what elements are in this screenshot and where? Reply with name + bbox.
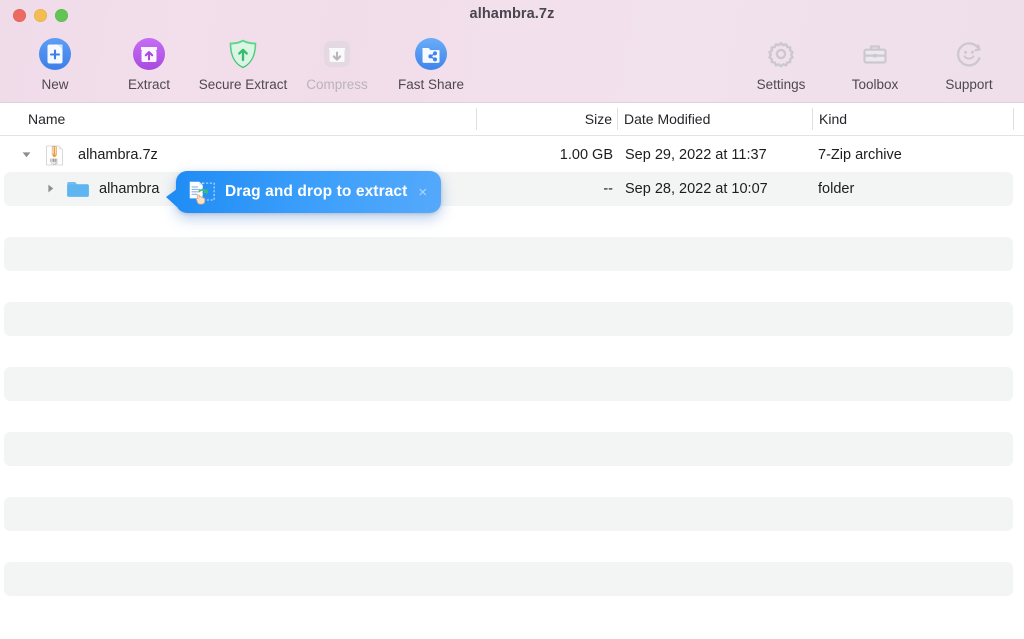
column-divider-kind-end[interactable] [1013,108,1014,130]
row-date: Sep 28, 2022 at 10:07 [625,181,768,197]
drag-drop-tooltip[interactable]: Drag and drop to extract × [165,171,442,213]
toolbar-button-extract[interactable]: Extract [102,32,196,92]
row-stripe [4,302,1013,336]
toolbar-button-secure-extract-label: Secure Extract [198,77,288,92]
toolbar-button-new-label: New [41,77,69,92]
column-divider-name-size[interactable] [476,108,477,130]
row-name: alhambra.7z [78,147,158,163]
sevenzip-archive-icon: 7-ZIP [44,145,65,166]
drag-drop-tooltip-text: Drag and drop to extract [225,183,408,200]
fast-share-icon [409,32,453,76]
archive-window: alhambra.7z New Extract Secure Extract C… [0,0,1024,639]
row-stripe [4,237,1013,271]
row-stripe [4,562,1013,596]
disclosure-triangle-expanded-icon[interactable] [21,149,32,160]
row-name: alhambra [99,181,160,197]
svg-text:7-ZIP: 7-ZIP [50,161,57,165]
toolbar-button-fast-share[interactable]: Fast Share [384,32,478,92]
row-size: -- [603,181,613,197]
toolbar-button-compress-label: Compress [306,77,368,92]
toolbar-button-compress[interactable]: Compress [290,32,384,92]
row-stripe [4,432,1013,466]
table-row[interactable]: 7-ZIP alhambra.7z 1.00 GB Sep 29, 2022 a… [0,138,1024,172]
column-header-row: Name Size Date Modified Kind [0,103,1024,136]
secure-extract-icon [221,32,265,76]
toolbar-button-support[interactable]: Support [922,32,1016,92]
toolbar-button-fast-share-label: Fast Share [397,77,465,92]
folder-icon [66,179,89,200]
new-archive-icon [33,32,77,76]
toolbar-right-group: Settings Toolbox Support [734,32,1016,92]
row-size: 1.00 GB [559,147,613,163]
smiley-icon [947,32,991,76]
toolbar-left-group: New Extract Secure Extract Compress Fast… [8,32,478,92]
toolbar-button-settings[interactable]: Settings [734,32,828,92]
column-header-kind[interactable]: Kind [819,111,847,127]
drag-drop-extract-icon [186,177,216,207]
toolbar-button-new[interactable]: New [8,32,102,92]
toolbar: New Extract Secure Extract Compress Fast… [0,32,1024,100]
column-header-size[interactable]: Size [578,111,612,127]
column-divider-size-date[interactable] [617,108,618,130]
table-row[interactable]: alhambra -- Sep 28, 2022 at 10:07 folder [0,172,1024,206]
row-date: Sep 29, 2022 at 11:37 [625,147,767,163]
titlebar-toolbar: alhambra.7z New Extract Secure Extract C… [0,0,1024,103]
row-stripe [4,367,1013,401]
gear-icon [759,32,803,76]
file-list[interactable]: 7-ZIP alhambra.7z 1.00 GB Sep 29, 2022 a… [0,136,1024,639]
window-title: alhambra.7z [469,6,555,22]
column-header-date[interactable]: Date Modified [624,111,710,127]
toolbar-button-toolbox[interactable]: Toolbox [828,32,922,92]
column-header-name[interactable]: Name [28,111,65,127]
toolbar-button-support-label: Support [945,77,993,92]
row-stripe [4,497,1013,531]
toolbar-button-toolbox-label: Toolbox [851,77,899,92]
briefcase-icon [853,32,897,76]
compress-icon [315,32,359,76]
toolbar-button-settings-label: Settings [756,77,806,92]
row-kind: folder [818,181,855,197]
toolbar-button-secure-extract[interactable]: Secure Extract [196,32,290,92]
disclosure-triangle-collapsed-icon[interactable] [45,183,56,194]
row-kind: 7-Zip archive [818,147,902,163]
extract-icon [127,32,171,76]
close-icon[interactable]: × [418,185,427,200]
toolbar-button-extract-label: Extract [127,77,170,92]
column-divider-date-kind[interactable] [812,108,813,130]
